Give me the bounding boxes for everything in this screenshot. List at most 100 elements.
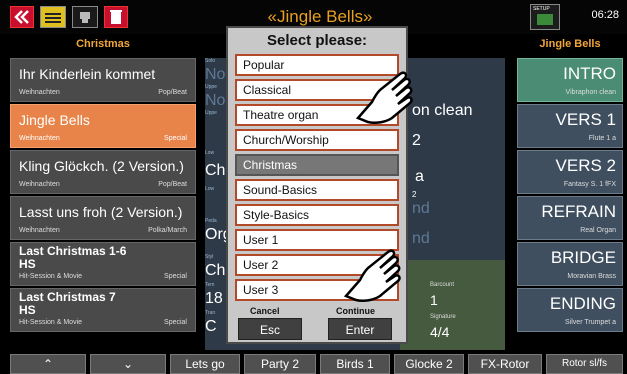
option-style-basics[interactable]: Style-Basics [235,204,399,226]
usb-icon [80,12,90,23]
song-item[interactable]: Kling Glöckch. (2 Version.) Weihnachten … [10,150,196,194]
song-item-selected[interactable]: Jingle Bells Weihnachten Special [10,104,196,148]
menu-lines-icon [45,13,61,23]
continue-label: Continue [336,306,375,316]
part-sound: Vibraphon clean [565,89,616,96]
clock: 06:28 [591,9,619,21]
transpose-label: Tran [205,310,216,316]
song-item[interactable]: Last Christmas 7 HS Hit-Session & Movie … [10,288,196,332]
bottom-bar: ⌃ ⌄ Lets go Party 2 Birds 1 Glocke 2 FX-… [0,354,627,374]
barcount-label: Barcount [430,282,455,288]
part-sound: Moravian Brass [567,273,616,280]
song-category: Hit-Session & Movie [19,273,83,280]
song-category: Weihnachten [19,135,60,142]
double-chevron-left-icon [14,10,29,24]
scroll-down-button[interactable]: ⌄ [90,354,166,374]
song-item[interactable]: Lasst uns froh (2 Version.) Weihnachten … [10,196,196,240]
part-button-intro[interactable]: INTRO Vibraphon clean [517,58,623,102]
part-button-vers1[interactable]: VERS 1 Flute 1 a [517,104,623,148]
upper1-value: No [205,92,226,109]
pointing-hand-icon [355,71,413,125]
option-sound-basics[interactable]: Sound-Basics [235,179,399,201]
tempo-label: Tem [205,282,215,288]
part-button-vers2[interactable]: VERS 2 Fantasy S. 1 fFX [517,150,623,194]
quick-button-lets-go[interactable]: Lets go [170,354,240,374]
part-sound: Silver Trumpet a [565,319,616,326]
pedal-right-value: nd [412,200,430,217]
pedal-right-value2: nd [412,230,430,247]
lower1-value: Ch [205,162,226,179]
part-name: REFRAIN [541,202,616,221]
tempo-value: 18 [205,290,223,307]
song-style: Special [164,319,187,326]
style-value: Ch [205,262,226,279]
dialog-title: Select please: [266,32,368,49]
lower1-label: Low [205,150,215,156]
quick-button-rotor[interactable]: Rotor sl/fs [546,354,623,374]
quick-button-birds-1[interactable]: Birds 1 [320,354,390,374]
part-name: BRIDGE [550,248,616,267]
back-button[interactable] [10,6,34,28]
signature-label: Signature [430,314,456,320]
delete-button[interactable] [104,6,128,28]
left-header: Christmas [76,38,130,50]
song-category: Weihnachten [19,89,60,96]
song-title-text: Jingle Bells [19,112,90,128]
song-title: «Jingle Bells» [267,7,373,26]
part-name: INTRO [563,64,616,83]
pedal-label: Peda [205,218,217,224]
part-button-bridge[interactable]: BRIDGE Moravian Brass [517,242,623,286]
part-sound: Fantasy S. 1 fFX [563,181,616,188]
chevron-down-icon: ⌄ [122,357,134,371]
quick-button-fx-rotor[interactable]: FX-Rotor [468,354,542,374]
usb-button[interactable] [72,6,98,28]
lower-value: a [415,168,424,185]
upper2-value: 2 [412,132,421,149]
scroll-up-button[interactable]: ⌃ [10,354,86,374]
cancel-label: Cancel [250,306,280,316]
song-style: Special [164,135,187,142]
song-title-line2: HS [19,257,36,271]
upper1-label: Uppe [205,84,217,90]
song-style: Pop/Beat [158,181,187,188]
pointing-hand-icon [343,249,401,303]
part-button-ending[interactable]: ENDING Silver Trumpet a [517,288,623,332]
lower2-label: Low [205,186,215,192]
option-christmas[interactable]: Christmas [235,154,399,176]
part-name: VERS 1 [555,110,616,129]
song-category: Weihnachten [19,227,60,234]
trash-icon [110,10,122,24]
transpose-value: C [205,318,217,335]
song-category: Weihnachten [19,181,60,188]
song-title-text: Kling Glöckch. (2 Version.) [19,158,184,174]
setup-button[interactable]: SETUP [530,4,560,30]
song-info-box: Barcount 1 Signature 4/4 [400,260,505,350]
song-style: Polka/March [148,227,187,234]
song-title-text: Lasst uns froh (2 Version.) [19,204,183,220]
song-item[interactable]: Ihr Kinderlein kommet Weihnachten Pop/Be… [10,58,196,102]
upper2-label: Uppe [205,110,217,116]
part-name: VERS 2 [555,156,616,175]
right-header: Jingle Bells [539,38,601,50]
barcount-value: 1 [430,292,438,308]
quick-button-glocke-2[interactable]: Glocke 2 [394,354,464,374]
signature-value: 4/4 [430,324,450,340]
part-sound: Flute 1 a [588,135,616,142]
part-sound: Real Organ [580,227,616,234]
style-label: Styl [205,254,214,260]
song-style: Special [164,273,187,280]
song-title-line2: HS [19,303,36,317]
menu-icon-button[interactable] [40,6,66,28]
enter-button[interactable]: Enter [328,318,392,340]
quick-button-party-2[interactable]: Party 2 [244,354,316,374]
esc-button[interactable]: Esc [238,318,302,340]
chevron-up-icon: ⌃ [42,357,54,371]
part-button-refrain[interactable]: REFRAIN Real Organ [517,196,623,240]
option-church-worship[interactable]: Church/Worship [235,129,399,151]
solo-label: Solo [205,58,216,64]
part-name: ENDING [549,294,616,313]
solo-value: No [205,66,226,83]
song-title-text: Ihr Kinderlein kommet [19,66,156,82]
song-style: Pop/Beat [158,89,187,96]
song-item[interactable]: Last Christmas 1-6 HS Hit-Session & Movi… [10,242,196,286]
